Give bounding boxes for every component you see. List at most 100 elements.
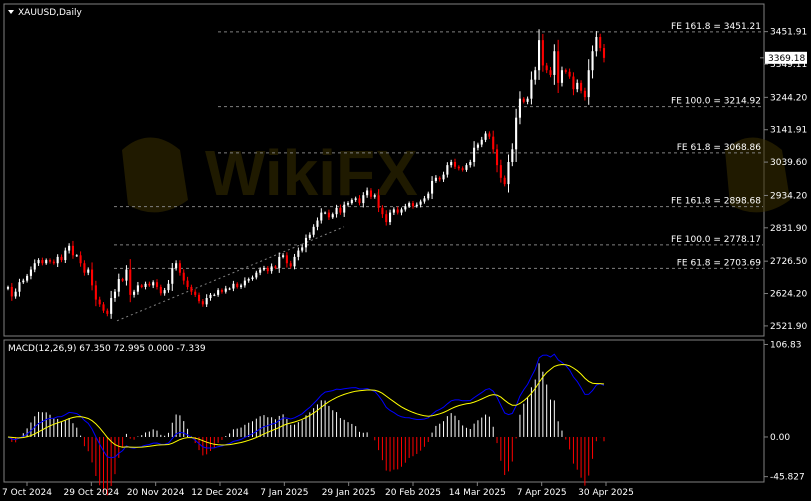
candle-body [480,139,483,145]
candle [266,266,269,274]
candle [599,33,602,52]
candle [56,254,59,268]
candle [236,282,239,289]
candle-body [217,290,220,295]
candle [572,72,575,96]
candle-body [400,209,403,213]
candle-body [499,165,502,178]
candle-body [320,212,323,221]
menu-triangle-icon [8,10,14,14]
candle [159,284,162,296]
candle [469,159,472,168]
candle-body [450,161,453,166]
candle-body [110,298,113,314]
candle-body [102,304,105,311]
candle-body [568,71,571,77]
candle-body [415,204,418,207]
candle-body [515,117,518,150]
candle-body [522,98,525,102]
candle-body [171,267,174,284]
candle-body [511,149,514,162]
candle [545,62,548,74]
candle [26,273,29,283]
candle-body [457,166,460,169]
candle-body [518,98,521,118]
time-axis-label: 7 Apr 2025 [517,488,567,498]
candle-body [129,269,132,295]
candle [22,278,25,284]
candle [511,143,514,167]
candle-body [247,279,250,281]
candle-body [270,266,273,272]
candle [45,258,48,265]
candle [308,232,311,241]
candle-body [251,277,254,280]
candle-body [331,214,334,218]
candle-body [492,136,495,150]
candle-body [293,256,296,267]
candle [316,217,319,231]
candle-body [136,285,139,292]
candle-body [133,291,136,295]
macd-axis-label: 106.83 [770,340,802,350]
candle [541,33,544,72]
candle-body [152,282,155,286]
candle [450,159,453,168]
candle [37,258,40,266]
candle-body [434,177,437,181]
candle [580,80,583,94]
candle [587,59,590,105]
candle-body [56,256,59,264]
candle [94,280,97,307]
candle [431,176,434,200]
macd-line [7,353,605,459]
candle [247,277,250,283]
candle [484,131,487,143]
candle-body [404,206,407,210]
candle-body [18,282,21,292]
candle-body [106,310,109,314]
candle [197,292,201,304]
candle-body [431,180,434,194]
candle [324,211,327,215]
candle-body [354,198,357,200]
candle-body [385,214,388,223]
candle [301,244,304,253]
candle-body [389,212,392,223]
candle [530,71,533,105]
candle [98,296,101,307]
macd-panel-frame [3,339,765,483]
candle-body [178,263,181,273]
candle-body [48,260,52,262]
candle-body [339,207,342,213]
candle-body [591,51,594,71]
candle-body [473,147,476,162]
fibonacci-level-label: FE 61.8 = 3068.86 [677,143,762,153]
fibonacci-level-label: FE 100.0 = 2778.17 [671,235,761,245]
fibonacci-trend-line [116,226,345,322]
chart-window: WikiFX3451.913349.113244.203141.913039.6… [2,3,807,498]
candle [18,278,21,297]
candle [163,287,166,296]
candle [602,44,606,63]
candle [167,279,170,293]
candle [534,66,537,85]
candle-body [446,165,449,175]
candle-body [205,298,208,305]
candle-body [266,267,269,272]
candle [312,224,315,238]
candle-body [6,286,10,289]
candle [75,254,78,257]
candle-body [201,301,204,305]
candle [117,273,120,297]
candle-body [495,149,499,166]
candle [224,285,227,294]
price-axis-label: 2831.90 [770,224,807,234]
candle-body [419,201,422,205]
candle [10,283,13,301]
candle-body [438,177,441,180]
candle [41,257,44,266]
candle-body [87,269,90,273]
macd-label: MACD(12,26,9) 67.350 72.995 0.000 -7.339 [8,344,206,354]
candle-body [259,269,262,273]
